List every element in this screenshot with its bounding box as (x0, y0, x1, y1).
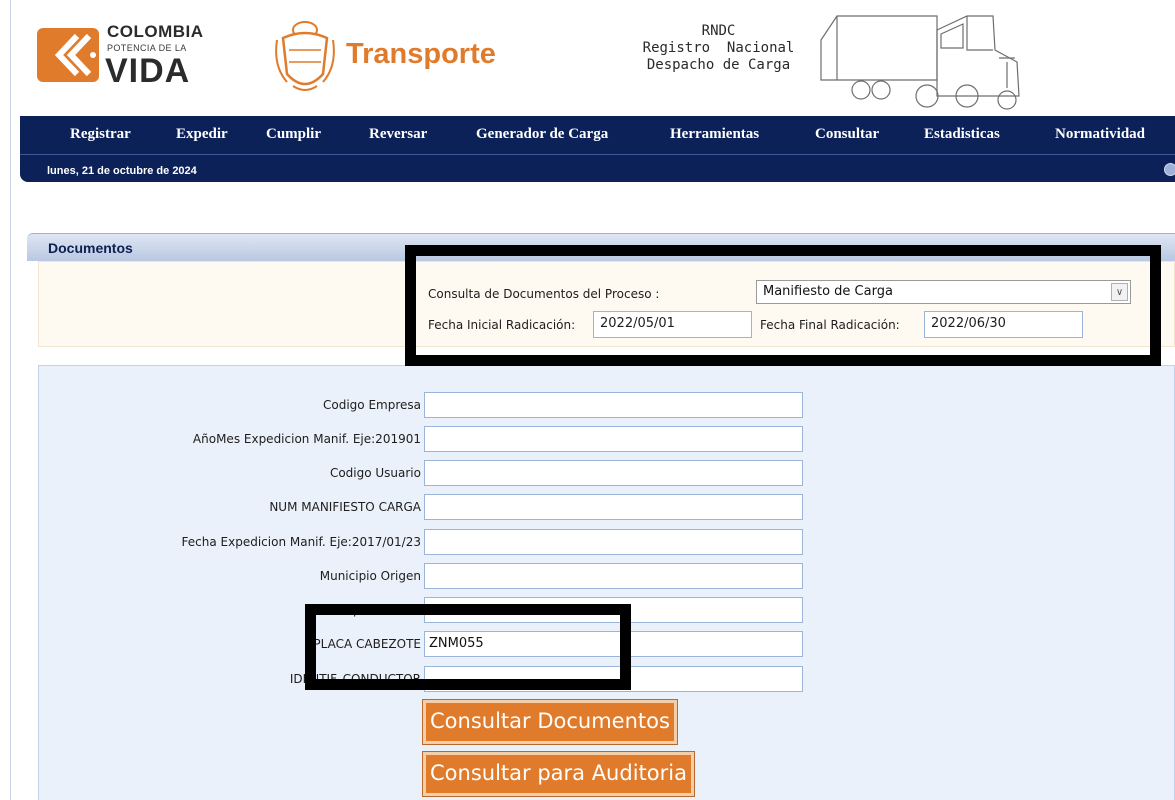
current-date: lunes, 21 de octubre de 2024 (47, 165, 197, 177)
consultar-documentos-button[interactable]: Consultar Documentos (422, 699, 678, 745)
codigo-usuario-label: Codigo Usuario (329, 466, 421, 480)
nav-divider (20, 154, 1175, 155)
placa-cabezote-input[interactable]: ZNM055 (424, 631, 803, 657)
colombia-mark-icon (37, 28, 99, 82)
fecha-final-label: Fecha Final Radicación: (760, 318, 900, 332)
nav-item-generador-de-carga[interactable]: Generador de Carga (476, 126, 608, 143)
codigo-empresa-label: Codigo Empresa (323, 398, 421, 412)
rndc-line-3: Despacho de Carga (646, 57, 791, 73)
codigo-empresa-input[interactable] (424, 392, 803, 418)
fecha-final-input[interactable]: 2022/06/30 (924, 311, 1083, 338)
nav-item-consultar[interactable]: Consultar (815, 126, 879, 143)
panel-header: Documentos (27, 233, 1175, 261)
num-manifiesto-label: NUM MANIFIESTO CARGA (269, 500, 421, 514)
coat-of-arms-icon (275, 21, 335, 91)
rndc-line-1: RNDC (701, 23, 736, 39)
identif-conductor-input[interactable] (424, 666, 803, 692)
fecha-expedicion-label: Fecha Expedicion Manif. Eje:2017/01/23 (181, 535, 421, 549)
nav-item-cumplir[interactable]: Cumplir (266, 126, 321, 143)
aniomes-expedicion-input[interactable] (424, 426, 803, 452)
site-header: COLOMBIA POTENCIA DE LA VIDA Transporte … (11, 0, 1175, 115)
panel-title: Documentos (48, 240, 133, 256)
fecha-inicial-input[interactable]: 2022/05/01 (593, 311, 752, 338)
page-edge (10, 0, 11, 800)
main-nav: Registrar Expedir Cumplir Reversar Gener… (20, 116, 1175, 182)
scroll-circle-icon[interactable] (1164, 163, 1175, 176)
municipio-destino-label: Municipio Destino (314, 603, 421, 617)
brand-line-1: COLOMBIA (107, 22, 204, 41)
proceso-select-value: Manifiesto de Carga (763, 284, 893, 299)
municipio-destino-input[interactable] (424, 597, 803, 623)
ministry-name: Transporte (346, 38, 496, 70)
truck-icon (820, 15, 1020, 110)
chevron-down-icon[interactable]: ∨ (1111, 283, 1128, 301)
nav-item-reversar[interactable]: Reversar (369, 126, 427, 143)
fecha-expedicion-input[interactable] (424, 529, 803, 555)
codigo-usuario-input[interactable] (424, 460, 803, 486)
consultar-auditoria-button[interactable]: Consultar para Auditoria (422, 751, 695, 797)
nav-item-herramientas[interactable]: Herramientas (670, 126, 759, 143)
fecha-inicial-label: Fecha Inicial Radicación: (428, 318, 576, 332)
rndc-line-2: Registro Nacional (642, 40, 795, 56)
municipio-origen-label: Municipio Origen (319, 569, 421, 583)
nav-item-registrar[interactable]: Registrar (70, 126, 131, 143)
nav-menu: Registrar Expedir Cumplir Reversar Gener… (20, 116, 1175, 154)
rndc-title: RNDC Registro Nacional Despacho de Carga (631, 23, 806, 74)
nav-item-expedir[interactable]: Expedir (176, 126, 228, 143)
colombia-logo: COLOMBIA POTENCIA DE LA VIDA (37, 22, 227, 92)
num-manifiesto-input[interactable] (424, 494, 803, 520)
brand-line-3: VIDA (105, 52, 191, 90)
nav-item-estadisticas[interactable]: Estadisticas (924, 126, 1000, 143)
proceso-select[interactable]: Manifiesto de Carga ∨ (756, 280, 1131, 304)
placa-cabezote-label: PLACA CABEZOTE (313, 637, 421, 651)
identif-conductor-label: IDENTIF. CONDUCTOR (289, 672, 421, 686)
aniomes-expedicion-label: AñoMes Expedicion Manif. Eje:201901 (192, 432, 421, 446)
proceso-label: Consulta de Documentos del Proceso : (428, 287, 660, 301)
nav-item-normatividad[interactable]: Normatividad (1055, 126, 1145, 143)
municipio-origen-input[interactable] (424, 563, 803, 589)
